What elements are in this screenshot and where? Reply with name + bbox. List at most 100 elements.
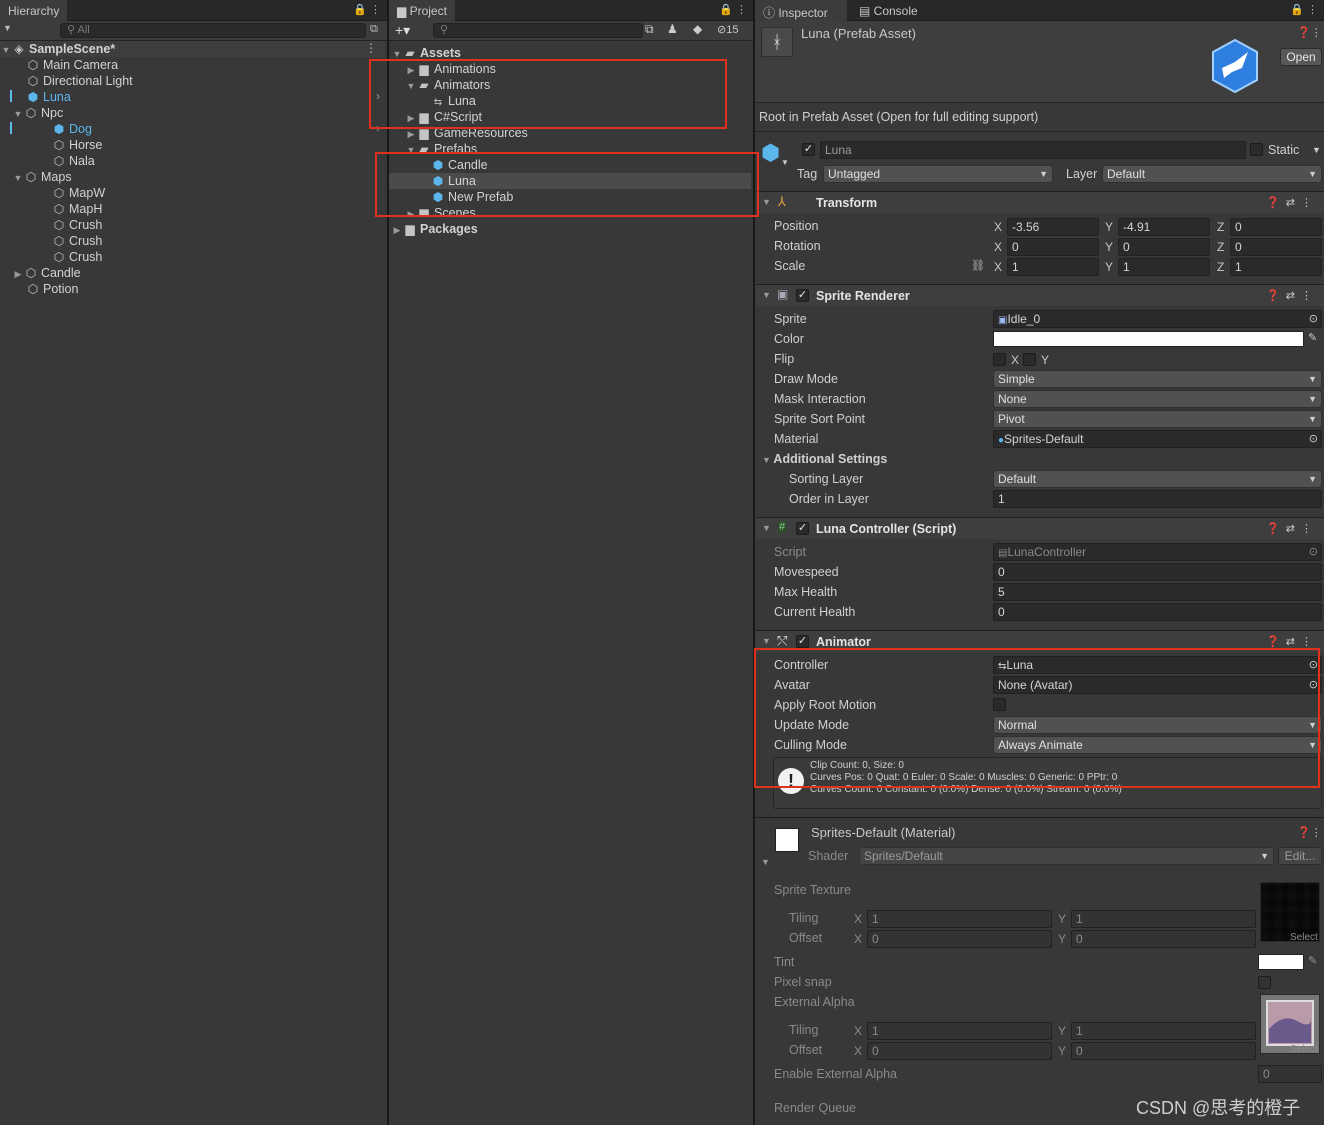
fold-arrow-icon[interactable]: ▼ [391,46,403,62]
component-menu-icon[interactable]: ❓⇄⋮ [1266,635,1318,648]
filter-type-icon[interactable]: ⧉ [645,22,654,37]
additional-settings-foldout[interactable]: ▼ Additional Settings [762,452,887,466]
object-picker-icon[interactable]: ⊙ [1309,677,1318,693]
controller-field[interactable]: ⇆Luna ⊙ [993,656,1322,674]
scale-y-field[interactable]: 1 [1118,258,1210,276]
project-item-prefabs[interactable]: ▼ ▰ Prefabs [405,141,478,157]
project-item-scenes[interactable]: ▶ ▆ Scenes [405,205,476,216]
project-item-new-prefab[interactable]: ⬢ New Prefab [431,189,514,205]
tiling-x-field[interactable]: 1 [867,1022,1052,1040]
avatar-field[interactable]: None (Avatar) ⊙ [993,676,1322,694]
hierarchy-item-luna[interactable]: ⬢ Luna [26,89,71,105]
fold-arrow-icon[interactable]: ▶ [12,266,24,282]
fold-arrow-icon[interactable]: ▼ [12,170,24,186]
hierarchy-item-directional-light[interactable]: ⬡ Directional Light [26,73,133,89]
transform-header[interactable]: ▼ ⅄ Transform ❓⇄⋮ [756,191,1324,213]
project-item-assets[interactable]: ▼ ▰ Assets [391,45,461,61]
hierarchy-item-crush[interactable]: ⬡ Crush [52,249,103,265]
hierarchy-item-nala[interactable]: ⬡ Nala [52,153,95,169]
sorting-layer-dropdown[interactable]: Default ▼ [993,470,1322,488]
fold-arrow-icon[interactable]: ▼ [0,42,12,58]
tag-icon[interactable]: ◆ [693,22,702,36]
fold-arrow-icon[interactable]: ▶ [405,110,417,126]
hierarchy-item-candle[interactable]: ▶ ⬡ Candle [15,265,81,281]
current-health-field[interactable]: 0 [993,603,1322,621]
sprite-sort-point-dropdown[interactable]: Pivot ▼ [993,410,1322,428]
scene-menu-icon[interactable]: ⋮ [365,41,377,55]
offset-x-field[interactable]: 0 [867,1042,1052,1060]
hidden-packages-icon[interactable]: ⊘15 [717,23,738,36]
constrain-proportions-icon[interactable]: ⛓ [971,259,985,272]
object-picker-icon[interactable]: ⊙ [1309,311,1318,327]
rotation-z-field[interactable]: 0 [1230,238,1322,256]
object-name-input[interactable]: Luna [820,141,1246,159]
select-texture-label[interactable]: Select [1290,1044,1318,1055]
fold-arrow-icon[interactable]: ▼ [762,523,771,533]
hierarchy-item-maph[interactable]: ⬡ MapH [52,201,103,217]
static-checkbox[interactable] [1250,143,1263,156]
chevron-right-icon[interactable]: › [376,89,380,103]
offset-y-field[interactable]: 0 [1071,1042,1256,1060]
tab-inspector[interactable]: ⓘ Inspector [755,0,847,21]
order-in-layer-field[interactable]: 1 [993,490,1322,508]
scene-header-row[interactable]: ▼ ◈ SampleScene* ⋮ [0,41,385,57]
project-item-luna[interactable]: ⬢ Luna [389,173,751,189]
layer-dropdown[interactable]: Default ▼ [1102,165,1322,183]
project-item-csharp[interactable]: ▶ ▆ C#Script [405,109,482,125]
eyedropper-icon[interactable]: ✎ [1308,331,1317,344]
tab-console[interactable]: ▤ Console [851,0,926,21]
hierarchy-item-horse[interactable]: ⬡ Horse [52,137,103,153]
pixel-snap-checkbox[interactable] [1258,976,1271,989]
project-item-animators[interactable]: ▼ ▰ Animators [405,77,491,94]
update-mode-dropdown[interactable]: Normal ▼ [993,716,1322,734]
scale-x-field[interactable]: 1 [1007,258,1099,276]
project-item-animator-luna[interactable]: ⇆ Luna [431,93,476,109]
fold-arrow-icon[interactable]: ▼ [405,78,417,94]
hierarchy-item-mapw[interactable]: ⬡ MapW [52,185,105,201]
filter-label-icon[interactable]: ♟ [667,22,678,36]
hierarchy-item-main-camera[interactable]: ⬡ Main Camera [26,57,118,73]
component-menu-icon[interactable]: ❓⇄⋮ [1266,289,1318,302]
component-menu-icon[interactable]: ❓⇄⋮ [1266,522,1318,535]
scene-visibility-icon[interactable]: ⧉ [370,23,378,36]
position-z-field[interactable]: 0 [1230,218,1322,236]
fold-arrow-icon[interactable]: ▶ [405,206,417,216]
luna-controller-header[interactable]: ▼ # ✓ Luna Controller (Script) ❓⇄⋮ [756,517,1324,539]
hierarchy-item-crush[interactable]: ⬡ Crush [52,217,103,233]
project-item-animations[interactable]: ▶ ▆ Animations [405,61,496,77]
tiling-y-field[interactable]: 1 [1071,910,1256,928]
fold-arrow-icon[interactable]: ▶ [391,222,403,238]
max-health-field[interactable]: 5 [993,583,1322,601]
component-menu-icon[interactable]: ❓⇄⋮ [1266,196,1318,209]
object-picker-icon[interactable]: ⊙ [1309,431,1318,447]
mask-interaction-dropdown[interactable]: None ▼ [993,390,1322,408]
create-dropdown-icon[interactable]: ▼ [3,23,12,33]
tag-dropdown[interactable]: Untagged ▼ [823,165,1053,183]
movespeed-field[interactable]: 0 [993,563,1322,581]
hierarchy-item-dog[interactable]: ⬢ Dog [52,121,92,137]
hierarchy-item-crush[interactable]: ⬡ Crush [52,233,103,249]
hierarchy-item-potion[interactable]: ⬡ Potion [26,281,79,297]
object-picker-icon[interactable]: ⊙ [1309,657,1318,673]
select-texture-label[interactable]: Select [1290,932,1318,943]
offset-y-field[interactable]: 0 [1071,930,1256,948]
project-search-input[interactable]: ⚲ [433,23,643,38]
component-enabled-checkbox[interactable]: ✓ [796,635,809,648]
fold-arrow-icon[interactable]: ▼ [761,857,770,867]
culling-mode-dropdown[interactable]: Always Animate ▼ [993,736,1322,754]
component-enabled-checkbox[interactable]: ✓ [796,522,809,535]
tiling-x-field[interactable]: 1 [867,910,1052,928]
flip-y-checkbox[interactable] [1023,353,1036,366]
rotation-x-field[interactable]: 0 [1007,238,1099,256]
open-button[interactable]: Open [1280,48,1322,66]
material-field[interactable]: ●Sprites-Default ⊙ [993,430,1322,448]
fold-arrow-icon[interactable]: ▶ [405,62,417,78]
tab-hierarchy[interactable]: Hierarchy [0,0,68,21]
fold-arrow-icon[interactable]: ▼ [12,106,24,122]
color-swatch[interactable] [993,331,1304,347]
position-y-field[interactable]: -4.91 [1118,218,1210,236]
active-checkbox[interactable]: ✓ [802,143,815,156]
sprite-field[interactable]: ▣Idle_0 ⊙ [993,310,1322,328]
rotation-y-field[interactable]: 0 [1118,238,1210,256]
flip-x-checkbox[interactable] [993,353,1006,366]
